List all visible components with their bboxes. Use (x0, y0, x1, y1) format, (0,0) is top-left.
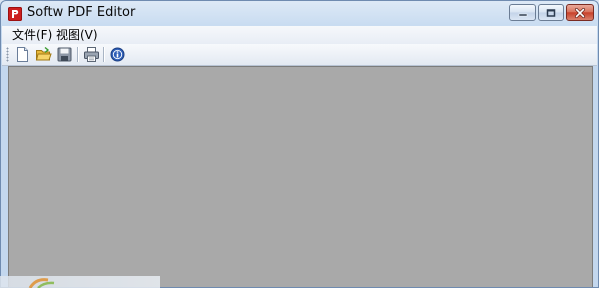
save-button[interactable] (56, 46, 73, 63)
save-icon (57, 47, 72, 62)
watermark (0, 276, 160, 288)
maximize-button[interactable] (538, 4, 564, 21)
new-document-icon (17, 47, 28, 62)
toolbar-grip[interactable] (6, 47, 9, 62)
toolbar (2, 44, 597, 66)
minimize-icon (518, 13, 527, 16)
print-button[interactable] (83, 46, 100, 63)
menu-bar: 文件(F) 视图(V) (2, 26, 597, 45)
window-title: Softw PDF Editor (27, 5, 136, 20)
open-folder-icon (35, 46, 52, 61)
toolbar-separator (77, 47, 78, 62)
info-icon (110, 47, 125, 62)
app-window: Softw PDF Editor 文件(F) 视图(V) (0, 0, 599, 288)
new-button[interactable] (14, 46, 31, 63)
toolbar-separator (103, 47, 104, 62)
menu-file[interactable]: 文件(F) (10, 27, 54, 43)
title-bar[interactable]: Softw PDF Editor (1, 1, 598, 26)
maximize-icon (546, 8, 556, 17)
close-button[interactable] (566, 4, 594, 21)
pdf-app-icon[interactable] (8, 7, 22, 21)
about-button[interactable] (109, 46, 126, 63)
minimize-button[interactable] (509, 4, 536, 21)
document-workspace[interactable] (8, 66, 593, 287)
menu-view[interactable]: 视图(V) (54, 27, 100, 43)
watermark-logo-icon (28, 278, 55, 288)
open-button[interactable] (35, 46, 52, 63)
print-icon (84, 47, 99, 62)
close-icon (575, 7, 585, 18)
